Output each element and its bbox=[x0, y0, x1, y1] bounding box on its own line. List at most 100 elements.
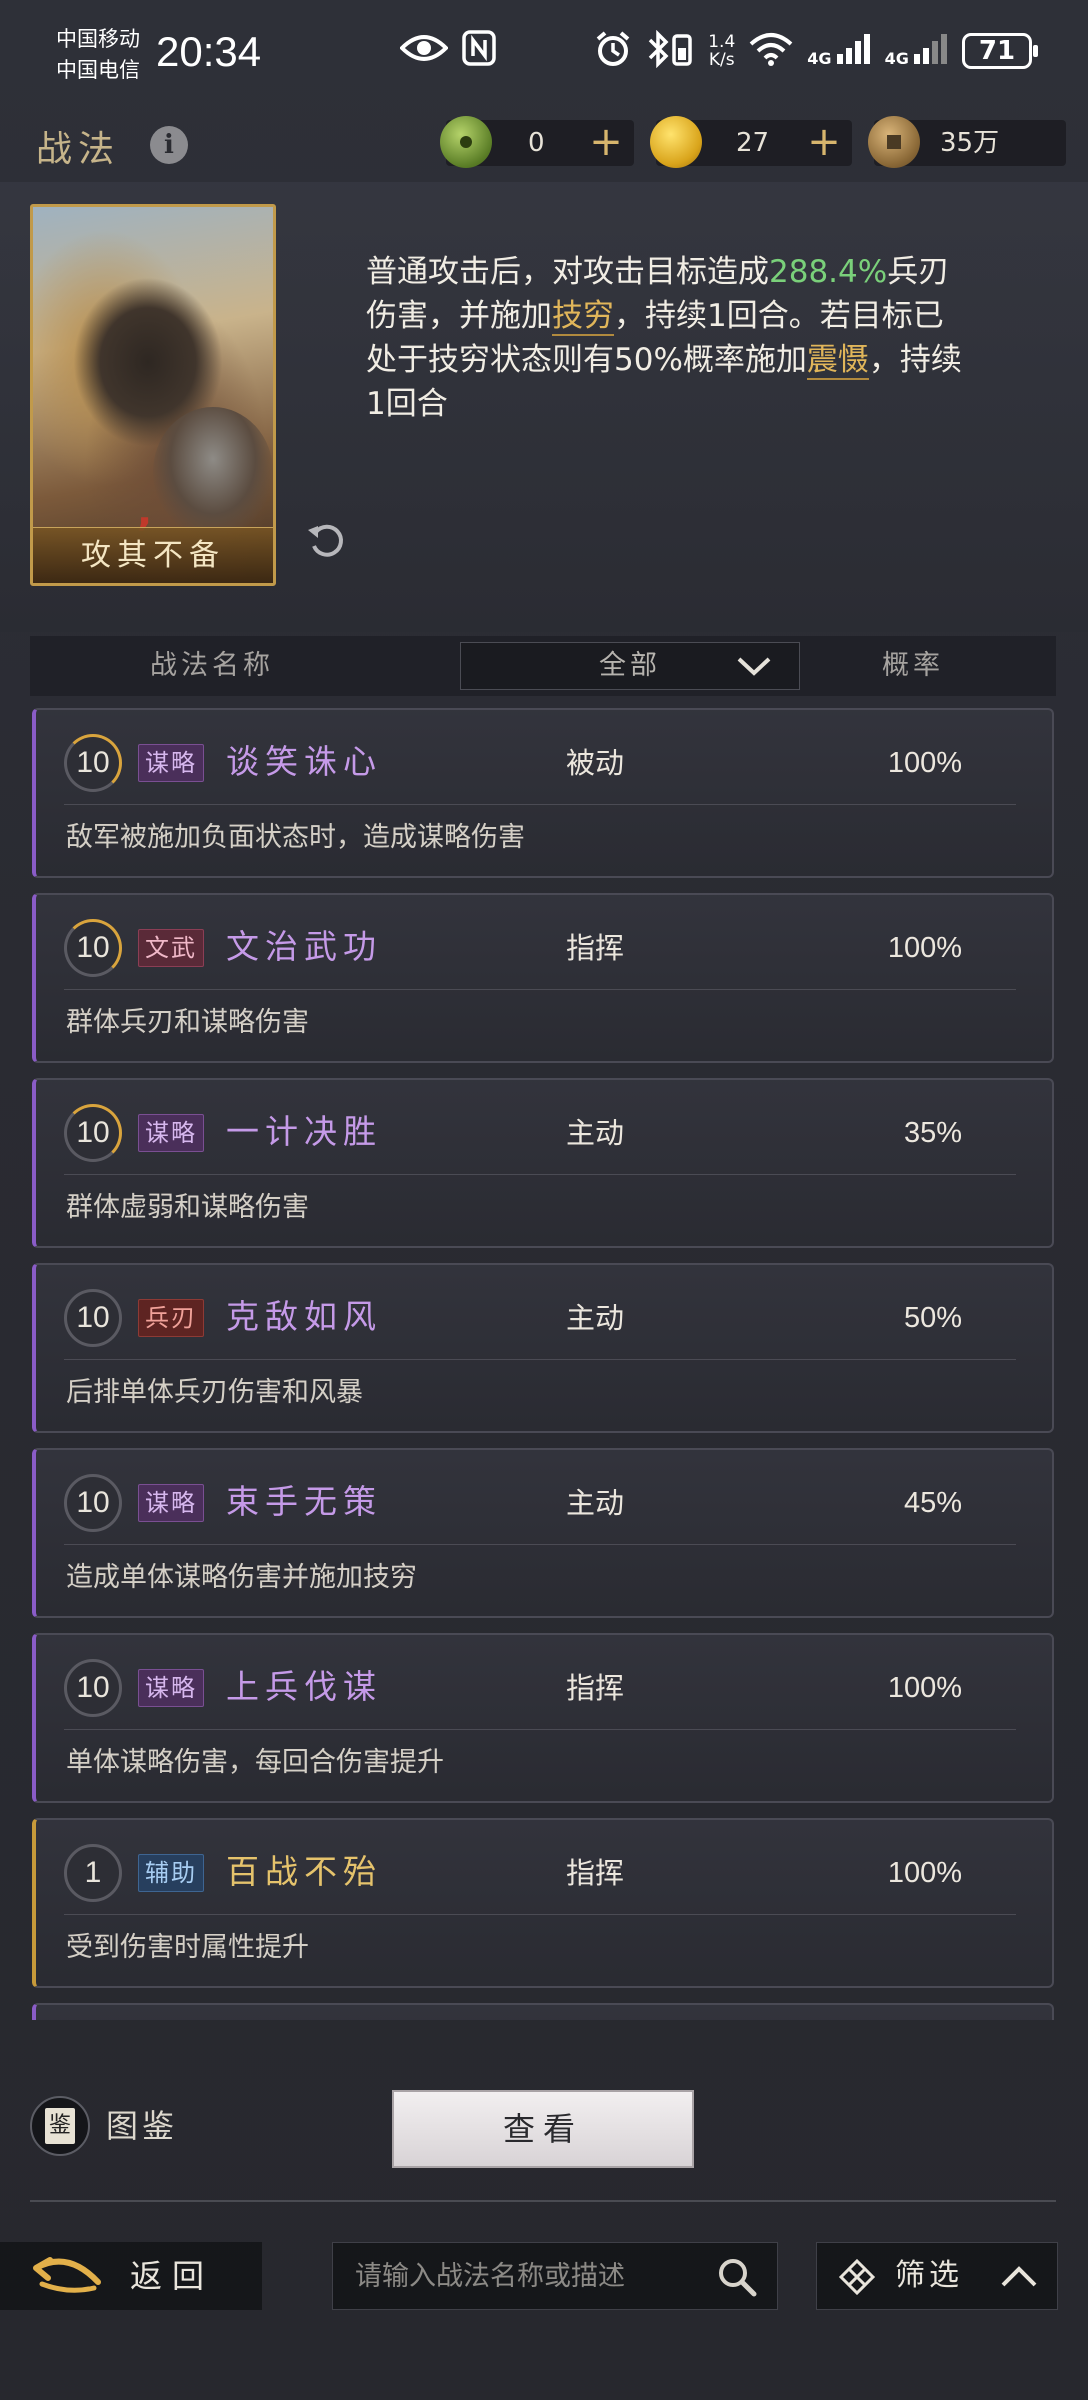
skill-list-header: 战法名称 全部 概率 bbox=[30, 636, 1056, 696]
bluetooth-battery-icon bbox=[646, 29, 694, 72]
skill-summary: 造成单体谋略伤害并施加技穷 bbox=[66, 1562, 417, 1593]
jade-coin-icon bbox=[440, 116, 492, 168]
codex-label: 图鉴 bbox=[106, 2107, 179, 2145]
search-input[interactable] bbox=[355, 2243, 715, 2309]
skill-rate: 100% bbox=[887, 932, 962, 964]
divider bbox=[64, 1359, 1016, 1360]
list-item[interactable]: 10 谋略 上兵伐谋 指挥 100% 单体谋略伤害，每回合伤害提升 bbox=[32, 1633, 1054, 1803]
skill-category-tag: 文武 bbox=[138, 929, 204, 967]
card-art-soldier bbox=[153, 407, 273, 537]
clock: 20:34 bbox=[156, 28, 262, 75]
level-badge: 10 bbox=[64, 1474, 122, 1532]
currency-gold-value: 27 bbox=[736, 128, 770, 158]
skill-category-tag: 谋略 bbox=[138, 1669, 204, 1707]
nfc-icon bbox=[462, 30, 496, 66]
carrier-info: 中国移动 中国电信 bbox=[56, 24, 140, 86]
skill-type: 被动 bbox=[566, 746, 625, 780]
gold-coin-icon bbox=[650, 116, 702, 168]
list-item[interactable]: 10 谋略 一计决胜 主动 35% 群体虚弱和谋略伤害 bbox=[32, 1078, 1054, 1248]
skill-rate: 45% bbox=[903, 1487, 962, 1519]
status-icons-right: 1.4 K/s 4G 4G 71 bbox=[594, 29, 1038, 72]
list-item[interactable]: 10 兵刃 克敌如风 主动 50% 后排单体兵刃伤害和风暴 bbox=[32, 1263, 1054, 1433]
footer-bar: 返回 筛选 bbox=[0, 2236, 1088, 2316]
currency-jade-value: 0 bbox=[528, 128, 545, 158]
skill-type: 指挥 bbox=[566, 931, 625, 965]
skill-detail-panel: , 攻其不备 普通攻击后，对攻击目标造成288.4%兵刃伤害，并施加技穷，持续1… bbox=[0, 182, 1088, 632]
skill-rate: 100% bbox=[887, 1857, 962, 1889]
reset-icon[interactable] bbox=[304, 518, 350, 564]
status-bar: 中国移动 中国电信 20:34 1.4 K/s 4G 4G 71 bbox=[0, 0, 1088, 110]
currency-copper-value: 35万 bbox=[940, 128, 1000, 158]
signal-icon-2: 4G bbox=[885, 34, 948, 68]
page-header: 战法 i 0 + 27 + 35万 bbox=[0, 110, 1088, 182]
list-item[interactable]: 10 谋略 束手无策 主动 45% 造成单体谋略伤害并施加技穷 bbox=[32, 1448, 1054, 1618]
add-gold-button[interactable]: + bbox=[804, 120, 844, 166]
add-jade-button[interactable]: + bbox=[586, 120, 626, 166]
copper-coin-icon bbox=[868, 116, 920, 168]
net-speed: 1.4 K/s bbox=[708, 32, 736, 70]
carrier-1: 中国移动 bbox=[56, 27, 140, 51]
damage-rate-highlight: 288.4% bbox=[769, 254, 888, 290]
skill-category-tag: 辅助 bbox=[138, 1854, 204, 1892]
skill-name: 一计决胜 bbox=[226, 1112, 382, 1151]
info-icon[interactable]: i bbox=[150, 126, 188, 164]
skill-type: 指挥 bbox=[566, 1856, 625, 1890]
divider bbox=[64, 1544, 1016, 1545]
chevron-up-icon bbox=[999, 2263, 1039, 2291]
view-button[interactable]: 查看 bbox=[392, 2090, 694, 2168]
filter-icon bbox=[838, 2258, 876, 2296]
skill-type: 主动 bbox=[566, 1116, 625, 1150]
skill-summary: 群体兵刃和谋略伤害 bbox=[66, 1007, 309, 1038]
skill-rate: 50% bbox=[903, 1302, 962, 1334]
level-badge: 10 bbox=[64, 919, 122, 977]
skill-card-name: 攻其不备 bbox=[33, 527, 273, 583]
divider bbox=[30, 2200, 1056, 2202]
level-badge: 10 bbox=[64, 1289, 122, 1347]
list-item[interactable]: 1 辅助 百战不殆 指挥 100% 受到伤害时属性提升 bbox=[32, 1818, 1054, 1988]
divider bbox=[64, 1914, 1016, 1915]
skill-name: 谈笑诛心 bbox=[226, 742, 382, 781]
list-item[interactable]: 10 文武 文治武功 指挥 100% 群体兵刃和谋略伤害 bbox=[32, 893, 1054, 1063]
skill-summary: 后排单体兵刃伤害和风暴 bbox=[66, 1377, 363, 1408]
chevron-down-icon bbox=[735, 649, 773, 695]
level-badge: 1 bbox=[64, 1844, 122, 1902]
status-link-zhenshe[interactable]: 震慑 bbox=[806, 342, 869, 380]
type-filter-dropdown[interactable]: 全部 bbox=[460, 642, 800, 690]
skill-card[interactable]: , 攻其不备 bbox=[30, 204, 276, 586]
skill-summary: 敌军被施加负面状态时，造成谋略伤害 bbox=[66, 822, 525, 853]
skill-list[interactable]: 10 谋略 谈笑诛心 被动 100% 敌军被施加负面状态时，造成谋略伤害 10 … bbox=[32, 708, 1054, 2020]
skill-type: 指挥 bbox=[566, 1671, 625, 1705]
skill-summary: 受到伤害时属性提升 bbox=[66, 1932, 309, 1963]
back-arrow-icon bbox=[28, 2254, 104, 2298]
filter-label: 筛选 bbox=[895, 2258, 963, 2293]
skill-rate: 35% bbox=[903, 1117, 962, 1149]
skill-name: 百战不殆 bbox=[226, 1852, 382, 1891]
eye-icon bbox=[400, 32, 448, 64]
back-button[interactable]: 返回 bbox=[0, 2242, 262, 2310]
carrier-2: 中国电信 bbox=[56, 58, 140, 82]
signal-icon-1: 4G bbox=[807, 34, 870, 68]
filter-button[interactable]: 筛选 bbox=[816, 2242, 1058, 2310]
divider bbox=[64, 804, 1016, 805]
skill-category-tag: 谋略 bbox=[138, 1114, 204, 1152]
currency-jade: 0 + bbox=[440, 116, 634, 168]
codex-icon bbox=[30, 2096, 90, 2156]
list-item[interactable]: 10 谋略 谈笑诛心 被动 100% 敌军被施加负面状态时，造成谋略伤害 bbox=[32, 708, 1054, 878]
page-title: 战法 bbox=[36, 129, 121, 170]
divider bbox=[64, 989, 1016, 990]
skill-summary: 单体谋略伤害，每回合伤害提升 bbox=[66, 1747, 444, 1778]
search-box bbox=[332, 2242, 778, 2310]
currency-gold: 27 + bbox=[650, 116, 852, 168]
list-item-partial[interactable] bbox=[32, 2003, 1054, 2020]
skill-type: 主动 bbox=[566, 1301, 625, 1335]
currency-copper: 35万 bbox=[868, 116, 1066, 168]
status-link-jiqiong[interactable]: 技穷 bbox=[552, 298, 614, 336]
skill-rate: 100% bbox=[887, 747, 962, 779]
level-badge: 10 bbox=[64, 1104, 122, 1162]
skill-type: 主动 bbox=[566, 1486, 625, 1520]
skill-category-tag: 谋略 bbox=[138, 744, 204, 782]
skill-category-tag: 谋略 bbox=[138, 1484, 204, 1522]
search-icon[interactable] bbox=[717, 2257, 757, 2297]
divider bbox=[64, 1729, 1016, 1730]
skill-name: 克敌如风 bbox=[226, 1297, 382, 1336]
